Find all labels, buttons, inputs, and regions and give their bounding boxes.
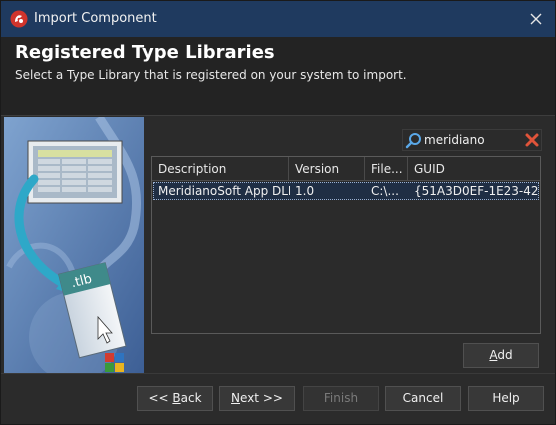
close-icon: [530, 13, 542, 25]
next-button[interactable]: Next >>: [219, 386, 295, 411]
footer-separator: [1, 373, 555, 374]
cell-file: C:\...: [371, 184, 399, 198]
grid-header: Description Version File... GUID: [152, 157, 540, 181]
next-label-suffix: ext >>: [240, 391, 283, 405]
column-header-version[interactable]: Version: [289, 157, 365, 181]
cancel-button[interactable]: Cancel: [385, 386, 461, 411]
back-mnemonic: B: [172, 391, 181, 405]
import-component-dialog: Import Component Registered Type Librari…: [0, 0, 556, 425]
title-bar[interactable]: Import Component: [1, 1, 555, 37]
add-button[interactable]: Add: [463, 343, 539, 368]
cell-description: MeridianoSoft App DLL: [158, 184, 290, 198]
wizard-header: Registered Type Libraries Select a Type …: [1, 37, 555, 116]
help-button[interactable]: Help: [468, 386, 544, 411]
table-row[interactable]: MeridianoSoft App DLL 1.0 C:\... {51A3D0…: [153, 182, 539, 200]
search-icon: [405, 133, 421, 149]
back-label-prefix: <<: [148, 391, 173, 405]
back-label-suffix: ack: [180, 391, 202, 405]
app-logo-icon: [10, 10, 28, 28]
column-header-guid[interactable]: GUID: [408, 157, 540, 181]
add-label-suffix: dd: [497, 348, 513, 362]
window-title: Import Component: [34, 11, 157, 26]
clear-search-icon[interactable]: [524, 132, 540, 148]
next-mnemonic: N: [231, 391, 241, 405]
back-button[interactable]: << Back: [137, 386, 213, 411]
cell-guid: {51A3D0EF-1E23-427...: [414, 184, 538, 198]
search-field[interactable]: [402, 129, 542, 151]
wizard-illustration: .tlb: [4, 117, 144, 373]
column-header-description[interactable]: Description: [152, 157, 289, 181]
finish-button[interactable]: Finish: [303, 386, 379, 411]
close-button[interactable]: [523, 7, 549, 31]
page-subtitle: Select a Type Library that is registered…: [15, 68, 407, 82]
type-library-grid[interactable]: Description Version File... GUID Meridia…: [151, 156, 541, 334]
page-title: Registered Type Libraries: [15, 42, 275, 63]
cell-version: 1.0: [295, 184, 315, 198]
column-header-file[interactable]: File...: [365, 157, 408, 181]
search-input[interactable]: [424, 131, 519, 149]
